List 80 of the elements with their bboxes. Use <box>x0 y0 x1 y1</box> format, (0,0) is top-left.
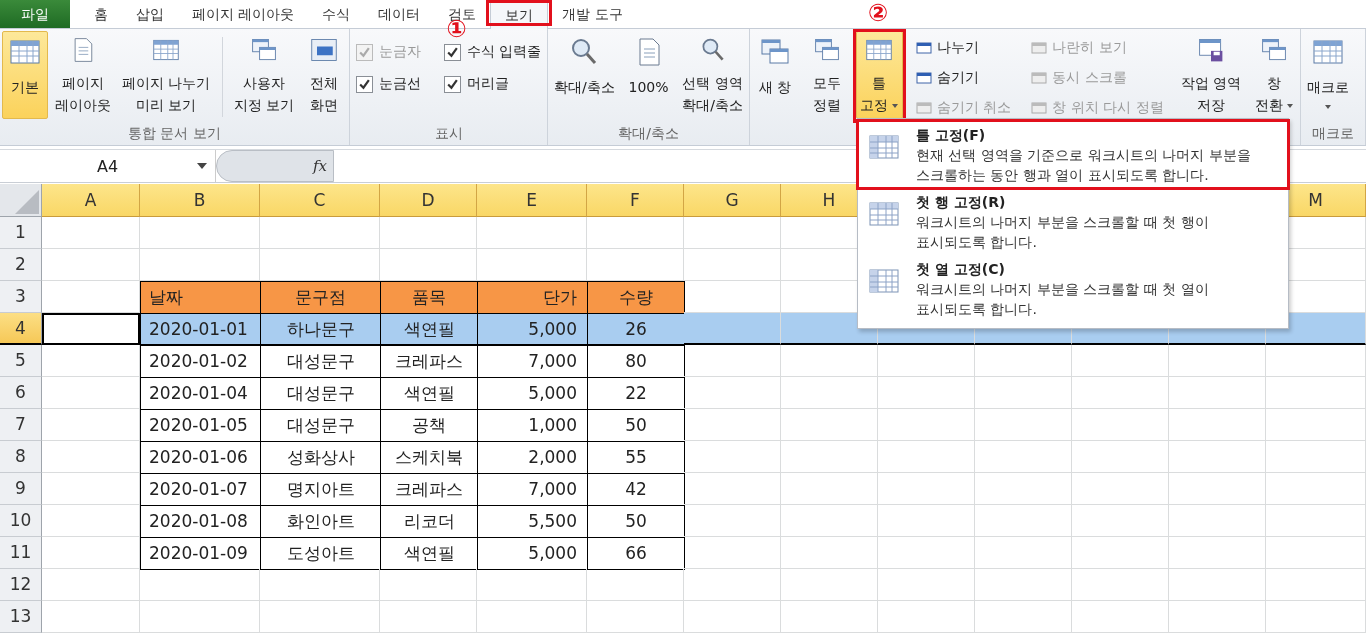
window-icon <box>1031 40 1048 56</box>
menu-item[interactable]: 첫 열 고정(C) 워크시트의 나머지 부분을 스크롤할 때 첫 열이 표시되도록 합니다. <box>858 255 1288 322</box>
row-header[interactable]: 10 <box>0 505 42 537</box>
ribbon-button[interactable]: 100% <box>624 31 673 119</box>
ribbon-tab[interactable]: 페이지 레이아웃 <box>178 0 309 28</box>
group-label: 확대/축소 <box>617 124 680 143</box>
ribbon-tab[interactable]: 홈 <box>80 0 122 28</box>
ribbon-tab[interactable]: 개발 도구 <box>548 0 637 28</box>
row-header[interactable]: 9 <box>0 473 42 505</box>
group-label: 표시 <box>433 124 464 143</box>
ribbon-button[interactable]: 숨기기 <box>912 65 1015 91</box>
ribbon-tab[interactable]: 파일 <box>0 0 70 28</box>
checkbox-label: 머리글 <box>466 75 509 93</box>
ribbon-tab[interactable]: 삽입 <box>122 0 178 28</box>
ribbon-button[interactable]: 기본 <box>2 31 48 119</box>
ribbon-button[interactable]: 확대/축소 <box>550 31 619 119</box>
sheet-icon <box>868 267 900 295</box>
row-header[interactable]: 6 <box>0 377 42 409</box>
table-cell: 문구점 <box>260 281 381 314</box>
sheet-icon <box>868 200 900 228</box>
row-header[interactable]: 13 <box>0 601 42 633</box>
table-cell: 날짜 <box>140 281 261 314</box>
group-label: 매크로 <box>1311 124 1355 143</box>
function-button[interactable]: fx <box>313 157 327 175</box>
table-cell: 66 <box>587 537 685 570</box>
ribbon-button[interactable]: 창 전환 <box>1251 31 1298 119</box>
window-icon <box>1031 70 1048 86</box>
table-cell: 색연필 <box>380 313 478 346</box>
column-header[interactable]: A <box>42 184 140 217</box>
row-header[interactable]: 12 <box>0 569 42 601</box>
ribbon-button[interactable]: 선택 영역 확대/축소 <box>678 31 747 119</box>
ribbon-tab[interactable]: 수식 <box>308 0 365 28</box>
select-all-button[interactable] <box>0 184 42 217</box>
checkbox-label: 수식 입력줄 <box>466 43 541 61</box>
table-cell: 2020-01-09 <box>140 537 261 570</box>
checkbox-label: 눈금선 <box>379 75 421 93</box>
row-header[interactable]: 7 <box>0 409 42 441</box>
checkbox[interactable] <box>443 75 461 93</box>
table-cell: 단가 <box>477 281 588 314</box>
checkbox[interactable] <box>356 75 373 93</box>
row-header[interactable]: 4 <box>0 313 42 345</box>
ribbon-tab[interactable]: 데이터 <box>364 0 435 28</box>
caret-icon <box>197 163 207 169</box>
ribbon-button[interactable]: 새 창 <box>752 31 798 119</box>
screen-icon <box>308 36 340 64</box>
row-header[interactable]: 1 <box>0 217 42 249</box>
window-icon <box>915 40 932 56</box>
ribbon-button[interactable]: 사용자 지정 보기 <box>229 31 298 119</box>
window-icon <box>1031 100 1048 116</box>
table-cell: 2020-01-01 <box>140 313 261 346</box>
checkbox-label: 눈금자 <box>379 43 421 61</box>
ribbon-button[interactable]: 나누기 <box>912 35 1015 61</box>
table-cell: 5,000 <box>477 313 588 346</box>
ribbon-button[interactable]: 전체 화면 <box>301 31 347 119</box>
row-header[interactable]: 5 <box>0 345 42 377</box>
ribbon-button[interactable]: 페이지 레이아웃 <box>51 31 115 119</box>
ribbon-button[interactable]: 페이지 나누기 미리 보기 <box>118 31 215 119</box>
ribbon-button[interactable]: 틀 고정 <box>855 31 903 119</box>
column-header[interactable]: C <box>260 184 380 217</box>
row-header[interactable]: 2 <box>0 249 42 281</box>
window-icon <box>915 70 932 86</box>
table-cell: 품목 <box>380 281 478 314</box>
sheet-icon <box>868 133 900 161</box>
column-header[interactable]: F <box>587 184 684 217</box>
ribbon-button[interactable]: 모두 정렬 <box>803 31 850 119</box>
step-marker: ② <box>867 1 889 25</box>
row-header[interactable]: 8 <box>0 441 42 473</box>
group-label: 통합 문서 보기 <box>127 124 222 143</box>
row-header[interactable]: 11 <box>0 537 42 569</box>
ribbon-button[interactable]: 매크로 <box>1303 31 1353 119</box>
column-header[interactable]: B <box>140 184 260 217</box>
checkbox[interactable] <box>443 43 461 61</box>
table-cell: 수량 <box>587 281 685 314</box>
column-header[interactable]: D <box>380 184 477 217</box>
window-icon <box>915 100 932 116</box>
table-cell: 26 <box>587 313 685 346</box>
row-header[interactable]: 3 <box>0 281 42 313</box>
column-header[interactable]: G <box>684 184 781 217</box>
column-header[interactable]: E <box>477 184 587 217</box>
table-cell: 하나문구 <box>260 313 381 346</box>
